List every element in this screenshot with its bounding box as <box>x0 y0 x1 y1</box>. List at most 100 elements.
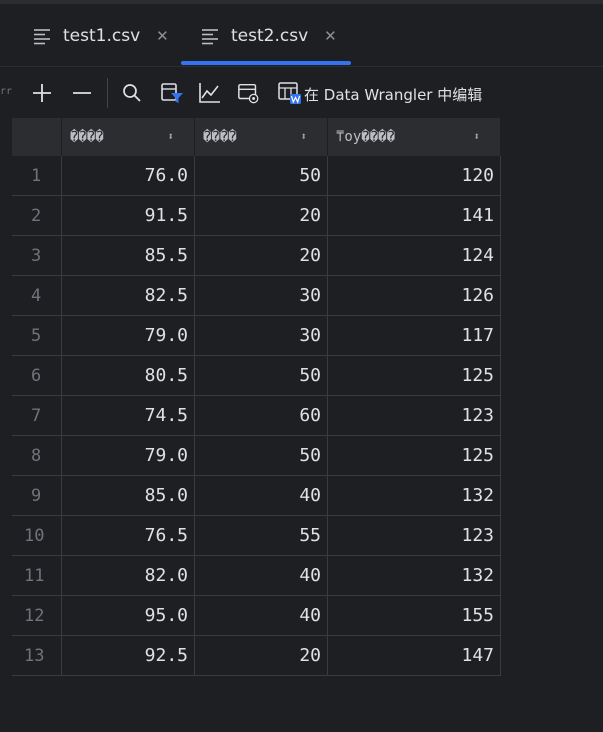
data-wrangler-button[interactable] <box>278 81 302 105</box>
table-cell[interactable]: 20 <box>194 635 328 676</box>
table-row[interactable]: 12 95.0 40 155 <box>12 595 501 636</box>
remove-row-button[interactable] <box>70 81 94 105</box>
table-cell[interactable]: 155 <box>327 595 501 636</box>
chart-view-button[interactable] <box>198 81 222 105</box>
table-cell[interactable]: 123 <box>327 395 501 436</box>
row-number: 1 <box>12 156 62 196</box>
table-cell[interactable]: 120 <box>327 156 501 196</box>
table-cell[interactable]: 95.0 <box>61 595 195 636</box>
row-number: 3 <box>12 235 62 276</box>
plus-icon <box>33 84 51 102</box>
sort-icon[interactable]: ⬍ <box>300 130 307 143</box>
table-cell[interactable]: 60 <box>194 395 328 436</box>
table-cell[interactable]: 40 <box>194 595 328 636</box>
data-wrangler-label[interactable]: 在 Data Wrangler 中编辑 <box>304 84 482 105</box>
row-number: 8 <box>12 435 62 476</box>
row-number: 5 <box>12 315 62 356</box>
table-row[interactable]: 11 82.0 40 132 <box>12 555 501 596</box>
text-file-icon <box>202 29 218 45</box>
table-cell[interactable]: 124 <box>327 235 501 276</box>
column-header-label: ���� <box>203 129 237 145</box>
active-tab-indicator <box>181 61 351 65</box>
table-cell[interactable]: 20 <box>194 195 328 236</box>
table-cell[interactable]: 74.5 <box>61 395 195 436</box>
column-header-label: ⍑oy���� <box>336 129 396 145</box>
view-settings-button[interactable] <box>237 81 261 105</box>
close-icon[interactable]: ✕ <box>156 27 169 45</box>
column-header-label: ���� <box>70 129 104 145</box>
table-cell[interactable]: 82.0 <box>61 555 195 596</box>
table-row[interactable]: 3 85.5 20 124 <box>12 235 501 276</box>
table-cell[interactable]: 123 <box>327 515 501 556</box>
table-cell[interactable]: 20 <box>194 235 328 276</box>
row-number-header <box>12 118 62 156</box>
column-header[interactable]: ���� ⬍ <box>194 118 328 156</box>
column-header[interactable]: ���� ⬍ <box>61 118 195 156</box>
table-cell[interactable]: 55 <box>194 515 328 556</box>
table-row[interactable]: 9 85.0 40 132 <box>12 475 501 516</box>
row-number: 13 <box>12 635 62 676</box>
table-cell[interactable]: 50 <box>194 156 328 196</box>
table-cell[interactable]: 85.5 <box>61 235 195 276</box>
table-cell[interactable]: 117 <box>327 315 501 356</box>
tab-label: test2.csv <box>231 26 309 46</box>
table-cell[interactable]: 50 <box>194 435 328 476</box>
table-cell[interactable]: 125 <box>327 435 501 476</box>
table-cell[interactable]: 79.0 <box>61 315 195 356</box>
table-row[interactable]: 8 79.0 50 125 <box>12 435 501 476</box>
table-row[interactable]: 7 74.5 60 123 <box>12 395 501 436</box>
table-cell[interactable]: 40 <box>194 475 328 516</box>
table-cell[interactable]: 141 <box>327 195 501 236</box>
csv-viewer: test1.csv ✕ test2.csv ✕ rr 在 Data Wrangl… <box>0 0 603 732</box>
table-cell[interactable]: 30 <box>194 275 328 316</box>
table-row[interactable]: 10 76.5 55 123 <box>12 515 501 556</box>
table-row[interactable]: 2 91.5 20 141 <box>12 195 501 236</box>
search-button[interactable] <box>120 81 144 105</box>
close-icon[interactable]: ✕ <box>324 27 337 45</box>
table-cell[interactable]: 132 <box>327 475 501 516</box>
search-icon <box>123 84 141 102</box>
table-toolbar: rr 在 Data Wrangler 中编辑 <box>0 67 603 117</box>
row-number: 2 <box>12 195 62 236</box>
table-row[interactable]: 6 80.5 50 125 <box>12 355 501 396</box>
table-cell[interactable]: 80.5 <box>61 355 195 396</box>
table-cell[interactable]: 92.5 <box>61 635 195 676</box>
table-row[interactable]: 13 92.5 20 147 <box>12 635 501 676</box>
row-number: 9 <box>12 475 62 516</box>
table-cell[interactable]: 132 <box>327 555 501 596</box>
text-file-icon <box>34 29 50 45</box>
row-number: 11 <box>12 555 62 596</box>
table-cell[interactable]: 82.5 <box>61 275 195 316</box>
table-cell[interactable]: 125 <box>327 355 501 396</box>
table-cell[interactable]: 76.5 <box>61 515 195 556</box>
data-wrangler-icon <box>278 82 301 104</box>
toolbar-separator <box>107 78 108 108</box>
table-cell[interactable]: 50 <box>194 355 328 396</box>
table-cell[interactable]: 76.0 <box>61 156 195 196</box>
add-row-button[interactable] <box>30 81 54 105</box>
table-row[interactable]: 1 76.0 50 120 <box>12 156 501 196</box>
sort-icon[interactable]: ⬍ <box>473 130 480 143</box>
row-number: 12 <box>12 595 62 636</box>
table-cell[interactable]: 85.0 <box>61 475 195 516</box>
table-cell[interactable]: 30 <box>194 315 328 356</box>
table-row[interactable]: 5 79.0 30 117 <box>12 315 501 356</box>
table-row[interactable]: 4 82.5 30 126 <box>12 275 501 316</box>
table-cell[interactable]: 91.5 <box>61 195 195 236</box>
tab-label: test1.csv <box>63 26 141 46</box>
csv-data-table: ���� ⬍ ���� ⬍ ⍑oy���� ⬍ 1 76.0 50 120 2 91.5 2… <box>12 118 501 676</box>
row-number: 10 <box>12 515 62 556</box>
table-cell[interactable]: 126 <box>327 275 501 316</box>
sort-icon[interactable]: ⬍ <box>167 130 174 143</box>
tab-test1-csv[interactable]: test1.csv ✕ <box>33 18 169 54</box>
minus-icon <box>73 92 91 94</box>
table-filter-icon <box>161 83 183 103</box>
filter-button[interactable] <box>160 81 184 105</box>
editor-tab-bar: test1.csv ✕ test2.csv ✕ <box>0 0 603 67</box>
table-cell[interactable]: 79.0 <box>61 435 195 476</box>
table-cell[interactable]: 40 <box>194 555 328 596</box>
column-header[interactable]: ⍑oy���� ⬍ <box>327 118 501 156</box>
row-number: 6 <box>12 355 62 396</box>
tab-test2-csv[interactable]: test2.csv ✕ <box>201 18 337 54</box>
table-cell[interactable]: 147 <box>327 635 501 676</box>
